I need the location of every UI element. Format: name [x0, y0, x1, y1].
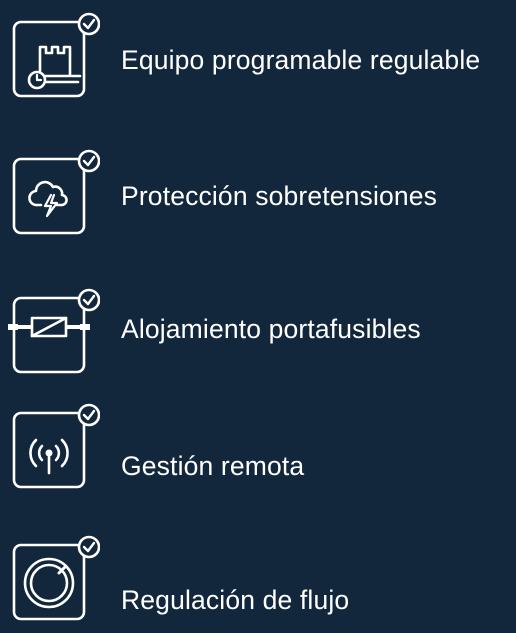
- feature-label: Regulación de flujo: [121, 585, 350, 615]
- feature-item: Gestión remota: [0, 391, 516, 501]
- feature-label: Protección sobretensiones: [121, 181, 438, 211]
- programmable-factory-clock-icon: [8, 0, 100, 110]
- feature-label: Equipo programable regulable: [121, 45, 481, 75]
- feature-item: Equipo programable regulable: [0, 0, 516, 110]
- fuse-holder-icon: [8, 276, 100, 386]
- feature-label: Gestión remota: [121, 451, 305, 481]
- flow-knob-icon: [8, 523, 100, 633]
- feature-item: Alojamiento portafusibles: [0, 276, 516, 386]
- feature-item: Protección sobretensiones: [0, 137, 516, 247]
- cloud-lightning-icon: [8, 137, 100, 247]
- feature-item: Regulación de flujo: [0, 523, 516, 633]
- remote-signal-icon: [8, 391, 100, 501]
- feature-label: Alojamiento portafusibles: [121, 314, 421, 344]
